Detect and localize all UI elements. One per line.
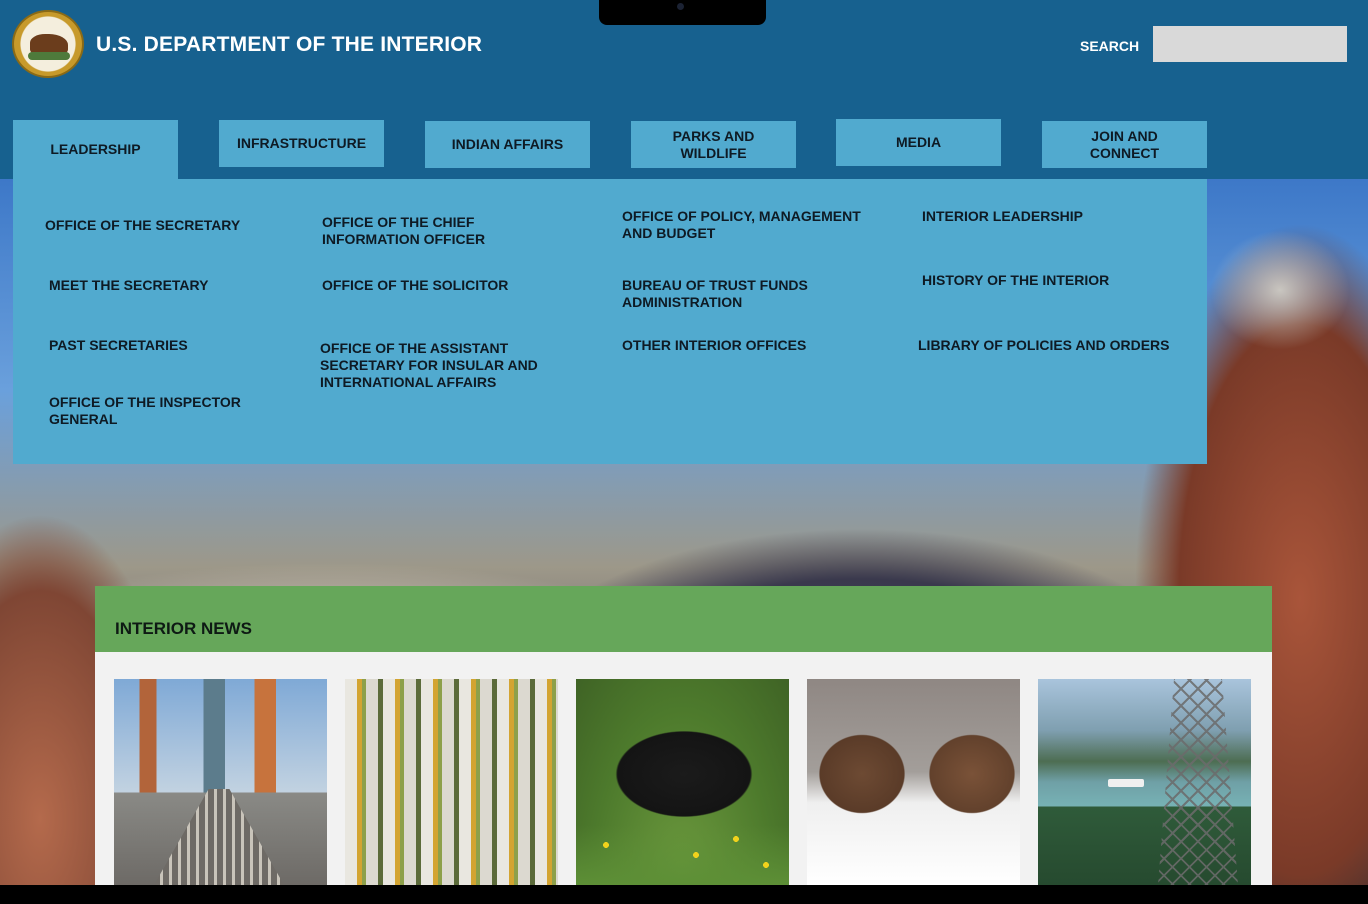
doi-seal-icon[interactable]: [12, 10, 84, 78]
menu-link-insular-and-international-affairs[interactable]: OFFICE OF THE ASSISTANT SECRETARY FOR IN…: [320, 340, 560, 391]
tab-parks-and-wildlife[interactable]: PARKS AND WILDLIFE: [631, 121, 796, 168]
site-header: U.S. DEPARTMENT OF THE INTERIOR SEARCH L…: [0, 0, 1368, 179]
seal-ground-icon: [28, 52, 70, 60]
menu-link-office-of-the-inspector-general[interactable]: OFFICE OF THE INSPECTOR GENERAL: [49, 394, 264, 428]
camera-notch: [599, 0, 766, 25]
news-header: INTERIOR NEWS: [95, 586, 1272, 652]
site-title[interactable]: U.S. DEPARTMENT OF THE INTERIOR: [96, 33, 482, 57]
news-card[interactable]: [114, 679, 327, 885]
menu-link-bureau-of-trust-funds-administration[interactable]: BUREAU OF TRUST FUNDS ADMINISTRATION: [622, 277, 837, 311]
leadership-dropdown-menu: OFFICE OF THE SECRETARY MEET THE SECRETA…: [13, 179, 1207, 464]
menu-link-office-of-the-solicitor[interactable]: OFFICE OF THE SOLICITOR: [322, 277, 562, 294]
menu-link-chief-information-officer[interactable]: OFFICE OF THE CHIEF INFORMATION OFFICER: [322, 214, 517, 248]
city-rail-yard-image: [114, 679, 327, 885]
hero-background-detail: [1210, 230, 1350, 350]
menu-link-policy-management-budget[interactable]: OFFICE OF POLICY, MANAGEMENT AND BUDGET: [622, 208, 887, 242]
news-card[interactable]: [345, 679, 558, 885]
menu-link-history-of-the-interior[interactable]: HISTORY OF THE INTERIOR: [922, 272, 1162, 289]
news-card[interactable]: [576, 679, 789, 885]
alaska-harbor-tower-image: [1038, 679, 1251, 885]
screen-bottom-bezel: [0, 885, 1368, 904]
tab-leadership[interactable]: LEADERSHIP: [13, 120, 178, 179]
menu-link-meet-the-secretary[interactable]: MEET THE SECRETARY: [49, 277, 279, 294]
cruise-ship: [1108, 779, 1144, 787]
interior-news-section: INTERIOR NEWS: [95, 586, 1272, 886]
tab-infrastructure[interactable]: INFRASTRUCTURE: [219, 120, 384, 167]
news-title: INTERIOR NEWS: [115, 619, 252, 638]
rail-tracks: [154, 789, 284, 885]
news-card[interactable]: [1038, 679, 1251, 885]
menu-link-other-interior-offices[interactable]: OTHER INTERIOR OFFICES: [622, 337, 862, 354]
search-label: SEARCH: [1080, 38, 1140, 54]
search-input[interactable]: [1153, 26, 1347, 62]
black-bear-image: [576, 679, 789, 885]
tab-media[interactable]: MEDIA: [836, 119, 1001, 166]
tab-join-and-connect[interactable]: JOIN AND CONNECT: [1042, 121, 1207, 168]
menu-link-interior-leadership[interactable]: INTERIOR LEADERSHIP: [922, 208, 1162, 225]
transmission-tower: [1158, 679, 1238, 885]
menu-link-library-of-policies-and-orders[interactable]: LIBRARY OF POLICIES AND ORDERS: [918, 337, 1188, 354]
wildflowers: [576, 825, 789, 885]
menu-link-office-of-the-secretary[interactable]: OFFICE OF THE SECRETARY: [45, 217, 275, 234]
news-card[interactable]: [807, 679, 1020, 885]
camera-icon: [677, 3, 684, 10]
sparring-elk-image: [807, 679, 1020, 885]
aspen-forest-image: [345, 679, 558, 885]
menu-link-past-secretaries[interactable]: PAST SECRETARIES: [49, 337, 279, 354]
tab-indian-affairs[interactable]: INDIAN AFFAIRS: [425, 121, 590, 168]
